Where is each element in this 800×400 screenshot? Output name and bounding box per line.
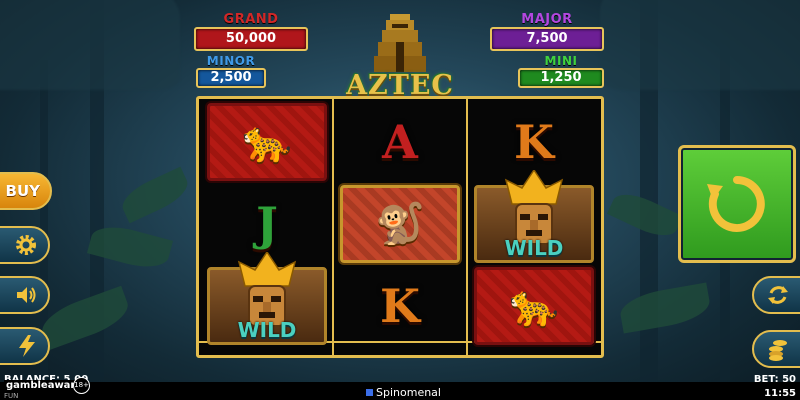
letter-symbol: K	[340, 267, 460, 345]
reel-2: A 🐒 K	[336, 103, 464, 341]
speaker-icon	[17, 287, 36, 303]
reel-grid: 🐆 J WILD A 🐒 K K WILD 🐆	[196, 96, 604, 358]
monkey-icon: 🐒	[375, 201, 425, 247]
bet-text: BET: 50	[753, 374, 796, 385]
monkey-symbol: 🐒	[340, 185, 460, 263]
jackpot-mini-label: MINI	[544, 54, 578, 68]
sound-button[interactable]	[0, 276, 50, 314]
jackpot-mini-value: 1,250	[518, 68, 604, 88]
fun-mode-label: FUN	[4, 392, 19, 400]
letter-k: K	[514, 115, 554, 169]
buy-button[interactable]: BUY	[0, 172, 52, 210]
jackpot-major: MAJOR 7,500	[490, 12, 604, 51]
coins-icon	[769, 340, 787, 361]
jackpot-grand-value: 50,000	[194, 27, 308, 51]
temple-icon	[374, 14, 426, 72]
spin-button[interactable]	[678, 145, 796, 263]
jackpot-mini: MINI 1,250	[518, 54, 604, 88]
letter-symbol: A	[340, 103, 460, 181]
jackpot-major-value: 7,500	[490, 27, 604, 51]
age-badge: 18+	[73, 377, 90, 394]
buy-button-label: BUY	[5, 182, 40, 200]
jackpot-minor-value: 2,500	[196, 68, 266, 88]
provider-name: Spinomenal	[376, 386, 441, 399]
spin-arrow-icon	[707, 176, 765, 232]
letter-k: K	[380, 279, 420, 333]
lightning-icon	[19, 335, 35, 357]
settings-button[interactable]	[0, 226, 50, 264]
letter-a: A	[382, 115, 418, 169]
jackpot-grand-label: GRAND	[223, 12, 279, 27]
provider-label: Spinomenal	[366, 386, 441, 399]
clock-text: 11:55	[764, 388, 796, 399]
wild-label: WILD	[504, 236, 564, 260]
gear-icon	[16, 235, 36, 255]
letter-j: J	[256, 197, 278, 251]
wild-label: WILD	[237, 318, 297, 342]
autoplay-button[interactable]	[752, 276, 800, 314]
jaguar-symbol: 🐆	[207, 103, 327, 181]
reel-3: K WILD 🐆	[470, 103, 598, 345]
jackpot-grand: GRAND 50,000	[194, 12, 308, 51]
jackpot-minor: MINOR 2,500	[196, 54, 266, 88]
jackpot-major-label: MAJOR	[521, 12, 573, 27]
game-stage: GRAND 50,000 MAJOR 7,500 MINOR 2,500 MIN…	[0, 0, 800, 400]
bet-button[interactable]	[752, 330, 800, 368]
wild-symbol: WILD	[474, 170, 594, 263]
autoplay-icon	[768, 286, 788, 304]
wild-symbol: WILD	[207, 252, 327, 345]
jaguar-icon: 🐆	[242, 119, 292, 165]
jaguar-icon: 🐆	[509, 283, 559, 329]
reel-1: 🐆 J WILD	[203, 103, 331, 345]
turbo-button[interactable]	[0, 327, 50, 365]
jaguar-symbol: 🐆	[474, 267, 594, 345]
jackpot-minor-label: MINOR	[206, 54, 256, 68]
